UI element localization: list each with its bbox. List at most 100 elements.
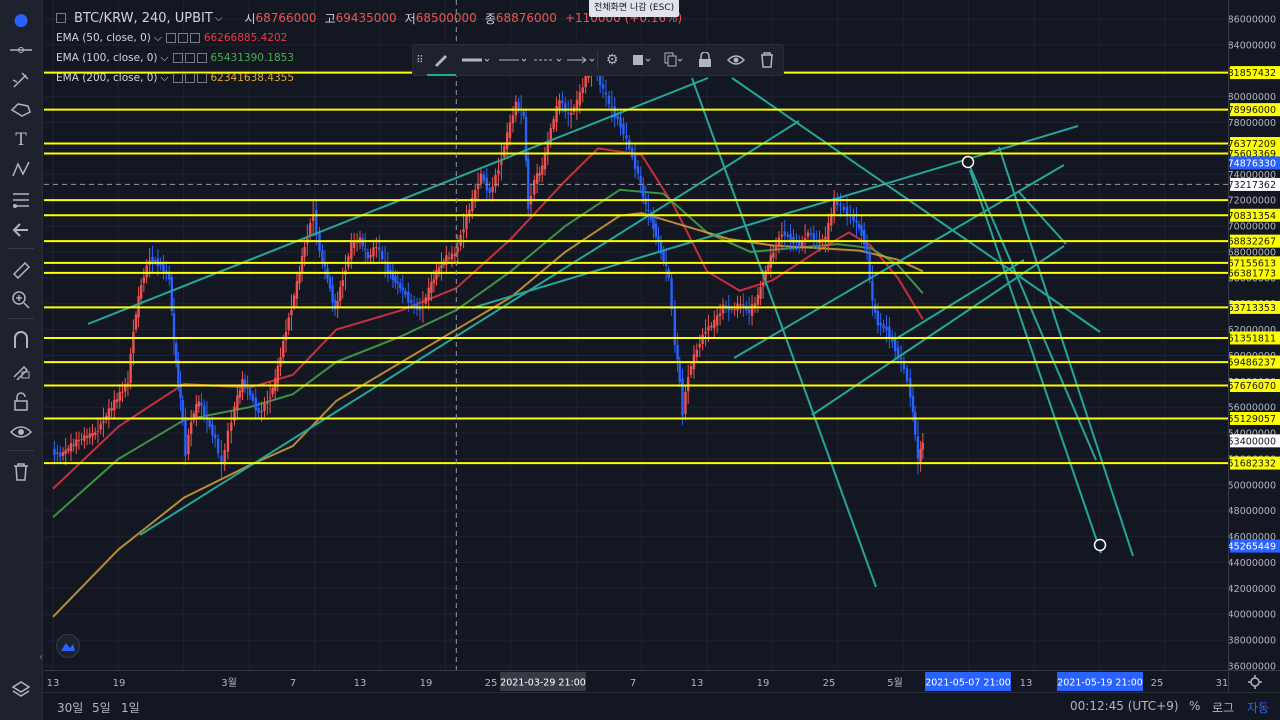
- zoom-in-icon[interactable]: [9, 288, 33, 312]
- log-toggle[interactable]: 로그: [1212, 699, 1234, 716]
- settings-icon[interactable]: [184, 53, 195, 63]
- exit-fullscreen-hint[interactable]: 전체화면 나감 (ESC): [589, 0, 680, 17]
- visibility-icon[interactable]: [165, 33, 176, 43]
- candle-body: [440, 264, 443, 268]
- time-tick-label: 31: [1216, 678, 1228, 689]
- candle-body: [315, 209, 318, 236]
- pattern-tool-icon[interactable]: [9, 158, 33, 182]
- collapse-legend-icon[interactable]: [56, 13, 66, 23]
- line-width-dropdown[interactable]: [456, 44, 493, 76]
- trash-icon[interactable]: [9, 460, 33, 484]
- candle-body: [91, 432, 94, 437]
- candle-body: [783, 231, 786, 236]
- drag-handle-icon[interactable]: ⠿: [413, 44, 427, 76]
- back-arrow-icon[interactable]: [9, 218, 33, 242]
- chart-svg[interactable]: [44, 0, 1231, 670]
- ruler-icon[interactable]: [9, 258, 33, 282]
- candle-body: [67, 448, 70, 451]
- chevron-down-icon[interactable]: ⌵: [161, 72, 169, 85]
- candle-body: [369, 254, 372, 258]
- chart-area[interactable]: [44, 0, 1231, 670]
- range-30d-button[interactable]: 30일: [57, 699, 83, 716]
- percent-toggle[interactable]: %: [1189, 699, 1200, 713]
- shape-tool-icon[interactable]: [9, 98, 33, 122]
- candle-body: [564, 103, 567, 112]
- range-5d-button[interactable]: 5일: [92, 699, 111, 716]
- candle-body: [437, 267, 441, 273]
- close-icon[interactable]: [196, 73, 207, 83]
- cursor-icon[interactable]: ●: [9, 8, 33, 32]
- time-tick-label: 7: [630, 678, 636, 689]
- lock-icon[interactable]: [9, 390, 33, 414]
- candle-body: [394, 276, 397, 283]
- logo-icon[interactable]: [56, 634, 80, 658]
- candle-body: [427, 287, 430, 301]
- price-level-label: 78996000: [1229, 105, 1276, 116]
- symbol-title[interactable]: BTC/KRW, 240, UPBIT: [74, 11, 213, 26]
- template-icon[interactable]: [627, 44, 658, 76]
- indicator-buttons[interactable]: [172, 53, 207, 63]
- chevron-down-icon[interactable]: ⌵: [154, 32, 162, 45]
- brush-tool-icon[interactable]: [9, 68, 33, 92]
- trendline: [731, 77, 1101, 333]
- price-level-label: 59486237: [1229, 358, 1276, 369]
- candle-body: [701, 334, 704, 345]
- lock-icon[interactable]: [689, 44, 720, 76]
- chevron-down-icon[interactable]: ⌵: [215, 13, 223, 24]
- visibility-icon[interactable]: [172, 73, 183, 83]
- auto-toggle[interactable]: 자동: [1247, 699, 1269, 716]
- candle-body: [622, 123, 625, 135]
- clock[interactable]: 00:12:45 (UTC+9): [1070, 699, 1179, 713]
- time-tick-label: 19: [757, 678, 770, 689]
- fib-tool-icon[interactable]: [9, 188, 33, 212]
- time-axis[interactable]: 13 19 3월 7 13 19 25 7 13 19 25 5월 13 25 31 2021-03-29 2…: [44, 670, 1228, 692]
- candle-body: [546, 144, 550, 153]
- settings-icon[interactable]: [177, 33, 188, 43]
- candle-body: [511, 115, 515, 124]
- visibility-icon[interactable]: [172, 53, 183, 63]
- candle-body: [567, 112, 570, 114]
- indicator-buttons[interactable]: [172, 73, 207, 83]
- price-axis-svg: 8600000084000000820000008000000078000000…: [1228, 15, 1280, 673]
- close-icon[interactable]: [196, 53, 207, 63]
- candle-body: [465, 214, 468, 230]
- candle-body: [110, 407, 113, 411]
- candle-body: [151, 256, 154, 262]
- eye-icon[interactable]: [720, 44, 751, 76]
- layers-icon[interactable]: [9, 678, 33, 702]
- candle-body: [195, 404, 198, 417]
- line-style-dropdown[interactable]: [493, 44, 530, 76]
- close-icon[interactable]: [189, 33, 200, 43]
- candle-body: [246, 387, 249, 389]
- horizontal-line-tool-icon[interactable]: [9, 38, 33, 62]
- candle-body: [863, 230, 866, 245]
- candle-body: [730, 308, 733, 311]
- clone-icon[interactable]: [658, 44, 689, 76]
- eye-icon[interactable]: [9, 420, 33, 444]
- price-tick-label: 70000000: [1229, 222, 1276, 233]
- candle-body: [619, 117, 622, 128]
- settings-icon[interactable]: [184, 73, 195, 83]
- time-tick-label: 25: [485, 678, 498, 689]
- candle-body: [803, 238, 807, 240]
- candle-body: [664, 263, 668, 267]
- collapse-toolbar-icon[interactable]: ‹: [39, 652, 44, 670]
- text-tool-icon[interactable]: T: [9, 128, 33, 152]
- indicator-value: 65431390.1853: [210, 52, 295, 64]
- line-end-dropdown[interactable]: [563, 44, 596, 76]
- candle-body: [318, 233, 321, 252]
- gear-icon[interactable]: ⚙: [597, 44, 626, 76]
- axis-settings-icon[interactable]: [1228, 670, 1280, 692]
- magnet-icon[interactable]: [9, 328, 33, 352]
- stay-in-drawing-icon[interactable]: [9, 358, 33, 382]
- trash-icon[interactable]: [752, 44, 783, 76]
- candle-body: [673, 307, 677, 345]
- pencil-color-icon[interactable]: [426, 44, 456, 76]
- range-1d-button[interactable]: 1일: [121, 699, 140, 716]
- candle-body: [625, 135, 628, 139]
- price-level-label: 68832267: [1229, 237, 1276, 248]
- line-start-dropdown[interactable]: [530, 44, 563, 76]
- indicator-buttons[interactable]: [165, 33, 200, 43]
- price-axis[interactable]: 8600000084000000820000008000000078000000…: [1228, 0, 1280, 673]
- chevron-down-icon[interactable]: ⌵: [161, 52, 169, 65]
